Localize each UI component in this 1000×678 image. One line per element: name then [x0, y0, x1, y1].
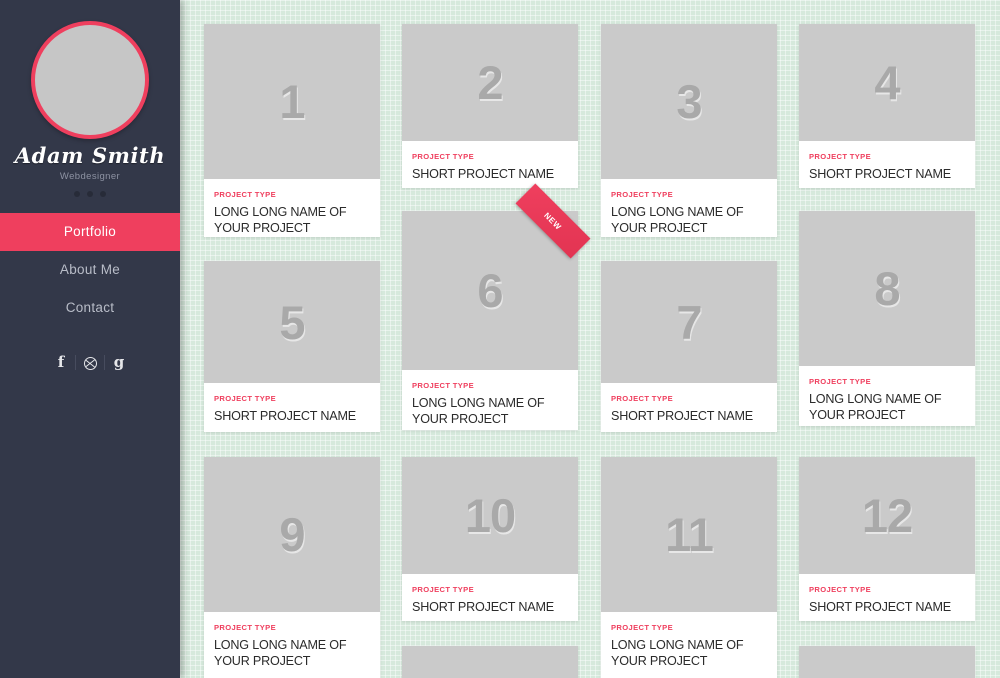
project-type-label: PROJECT TYPE: [611, 190, 674, 199]
project-type-label: PROJECT TYPE: [214, 623, 277, 632]
slider-dots: [0, 191, 180, 197]
project-card[interactable]: 5 PROJECT TYPE SHORT PROJECT NAME: [204, 261, 380, 432]
project-number: 1: [279, 75, 305, 128]
portfolio-grid: 1 PROJECT TYPE LONG LONG NAME OF YOUR PROJ…: [204, 0, 1000, 678]
project-info: PROJECT TYPE LONG LONG NAME OF YOUR PROJE…: [402, 370, 578, 430]
project-number: 8: [874, 262, 900, 315]
project-type-label: PROJECT TYPE: [611, 623, 674, 632]
project-card[interactable]: 9 PROJECT TYPE LONG LONG NAME OF YOUR PROJ…: [204, 457, 380, 678]
project-title: SHORT PROJECT NAME: [809, 600, 951, 614]
project-card[interactable]: [799, 646, 975, 678]
project-card[interactable]: 10 PROJECT TYPE SHORT PROJECT NAME: [402, 457, 578, 621]
project-number: 4: [874, 56, 900, 109]
project-thumbnail[interactable]: 7: [601, 261, 777, 383]
project-title: LONG LONG NAME OF YOUR PROJECT: [611, 205, 744, 236]
project-title: SHORT PROJECT NAME: [611, 409, 753, 423]
sidebar-item-contact[interactable]: Contact: [0, 289, 180, 327]
project-info: PROJECT TYPE SHORT PROJECT NAME: [799, 574, 975, 621]
project-type-label: PROJECT TYPE: [809, 585, 872, 594]
new-ribbon-label: NEW: [542, 210, 564, 232]
project-title: SHORT PROJECT NAME: [214, 409, 356, 423]
profile-name: Adam Smith: [14, 143, 166, 168]
project-title: SHORT PROJECT NAME: [412, 167, 554, 181]
project-type-label: PROJECT TYPE: [809, 377, 872, 386]
project-info: PROJECT TYPE LONG LONG NAME OF YOUR PROJE…: [601, 612, 777, 678]
sidebar: Adam Smith Webdesigner Portfolio About M…: [0, 0, 180, 678]
project-number: 7: [676, 295, 702, 349]
facebook-icon[interactable]: f: [47, 355, 75, 370]
project-thumbnail[interactable]: 10: [402, 457, 578, 574]
project-number: 11: [665, 508, 714, 561]
project-title: LONG LONG NAME OF YOUR PROJECT: [412, 396, 545, 427]
project-card[interactable]: 1 PROJECT TYPE LONG LONG NAME OF YOUR PROJ…: [204, 24, 380, 237]
project-type-label: PROJECT TYPE: [412, 152, 475, 161]
project-info: PROJECT TYPE SHORT PROJECT NAME: [799, 141, 975, 188]
project-card[interactable]: 3 PROJECT TYPE LONG LONG NAME OF YOUR PROJ…: [601, 24, 777, 237]
project-card[interactable]: 11 PROJECT TYPE LONG LONG NAME OF YOUR PRO…: [601, 457, 777, 678]
project-info: PROJECT TYPE SHORT PROJECT NAME: [402, 141, 578, 188]
slider-dot-1[interactable]: [74, 191, 80, 197]
sidebar-item-about-me[interactable]: About Me: [0, 251, 180, 289]
project-info: PROJECT TYPE LONG LONG NAME OF YOUR PROJE…: [204, 612, 380, 678]
project-thumbnail[interactable]: 4: [799, 24, 975, 141]
project-thumbnail[interactable]: 6 NEW: [402, 183, 591, 370]
project-card[interactable]: 7 PROJECT TYPE SHORT PROJECT NAME: [601, 261, 777, 432]
project-card[interactable]: [402, 646, 578, 678]
project-number: 5: [279, 295, 305, 349]
project-card[interactable]: 4 PROJECT TYPE SHORT PROJECT NAME: [799, 24, 975, 188]
project-type-label: PROJECT TYPE: [214, 394, 277, 403]
project-title: SHORT PROJECT NAME: [412, 600, 554, 614]
project-thumbnail[interactable]: 11: [601, 457, 777, 612]
project-type-label: PROJECT TYPE: [214, 190, 277, 199]
project-type-label: PROJECT TYPE: [412, 381, 475, 390]
project-thumbnail[interactable]: 5: [204, 261, 380, 383]
project-card[interactable]: 2 PROJECT TYPE SHORT PROJECT NAME: [402, 24, 578, 188]
project-type-label: PROJECT TYPE: [809, 152, 872, 161]
project-number: 9: [279, 508, 305, 561]
project-number: 10: [464, 489, 516, 542]
project-thumbnail[interactable]: 8: [799, 211, 975, 366]
slider-dot-2[interactable]: [87, 191, 93, 197]
sidebar-nav: Portfolio About Me Contact: [0, 213, 180, 327]
project-title: LONG LONG NAME OF YOUR PROJECT: [214, 638, 347, 669]
portfolio-page: Adam Smith Webdesigner Portfolio About M…: [0, 0, 1000, 678]
new-ribbon: NEW: [515, 183, 591, 259]
project-thumbnail[interactable]: 12: [799, 457, 975, 574]
project-card[interactable]: 6 NEW PROJECT TYPE LONG LONG NAME OF YOUR P…: [402, 183, 591, 430]
project-thumbnail[interactable]: 2: [402, 24, 578, 141]
project-title: LONG LONG NAME OF YOUR PROJECT: [214, 205, 347, 236]
project-type-label: PROJECT TYPE: [611, 394, 674, 403]
project-thumbnail[interactable]: 1: [204, 24, 380, 179]
project-thumbnail[interactable]: 9: [204, 457, 380, 612]
project-number: 12: [861, 489, 913, 542]
project-number: 6: [477, 264, 503, 317]
avatar[interactable]: [31, 21, 149, 139]
sidebar-item-portfolio[interactable]: Portfolio: [0, 213, 180, 251]
project-thumbnail[interactable]: 3: [601, 24, 777, 179]
project-info: PROJECT TYPE SHORT PROJECT NAME: [204, 383, 380, 432]
dribbble-icon[interactable]: [76, 355, 104, 370]
project-number: 3: [676, 75, 702, 128]
project-info: PROJECT TYPE SHORT PROJECT NAME: [402, 574, 578, 621]
project-title: LONG LONG NAME OF YOUR PROJECT: [611, 638, 744, 669]
project-thumbnail[interactable]: [799, 646, 975, 678]
project-number: 2: [477, 56, 503, 109]
project-info: PROJECT TYPE SHORT PROJECT NAME: [601, 383, 777, 432]
social-links: f g: [0, 355, 180, 370]
project-info: PROJECT TYPE LONG LONG NAME OF YOUR PROJE…: [601, 179, 777, 237]
project-title: SHORT PROJECT NAME: [809, 167, 951, 181]
slider-dot-3[interactable]: [100, 191, 106, 197]
project-thumbnail[interactable]: [402, 646, 578, 678]
profile-role: Webdesigner: [59, 171, 121, 182]
project-info: PROJECT TYPE LONG LONG NAME OF YOUR PROJE…: [799, 366, 975, 426]
project-info: PROJECT TYPE LONG LONG NAME OF YOUR PROJE…: [204, 179, 380, 237]
project-title: LONG LONG NAME OF YOUR PROJECT: [809, 392, 942, 423]
project-card[interactable]: 12 PROJECT TYPE SHORT PROJECT NAME: [799, 457, 975, 621]
project-type-label: PROJECT TYPE: [412, 585, 475, 594]
google-plus-icon[interactable]: g: [105, 355, 133, 370]
project-card[interactable]: 8 PROJECT TYPE LONG LONG NAME OF YOUR PROJ…: [799, 211, 975, 426]
